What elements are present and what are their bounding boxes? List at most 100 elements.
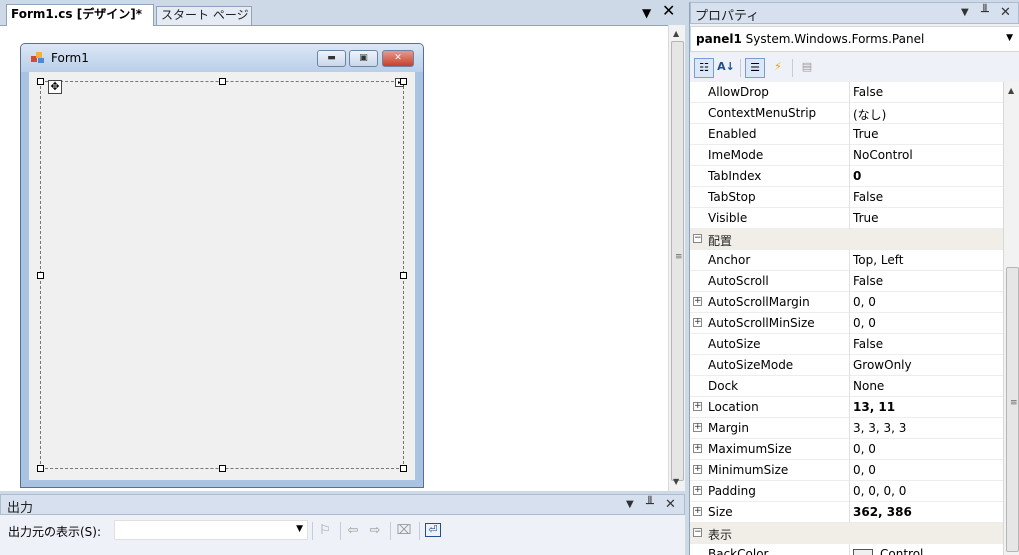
column-divider[interactable] xyxy=(849,334,850,355)
column-divider[interactable] xyxy=(849,544,850,555)
property-value[interactable]: 362, 386 xyxy=(853,505,912,519)
resize-handle-nw[interactable] xyxy=(37,78,44,85)
property-value[interactable]: Control xyxy=(880,547,923,555)
design-surface[interactable]: Form1 ▬ ▣ ✕ ✥ ▸ xyxy=(0,25,668,491)
tab-start-page[interactable]: スタート ページ xyxy=(156,6,252,25)
properties-vertical-scrollbar[interactable]: ▲ ≡ xyxy=(1003,82,1019,555)
column-divider[interactable] xyxy=(849,439,850,460)
expand-icon[interactable]: + xyxy=(693,402,702,411)
column-divider[interactable] xyxy=(849,460,850,481)
close-icon[interactable]: ✕ xyxy=(1000,5,1011,20)
scroll-up-icon[interactable]: ▲ xyxy=(673,29,679,38)
expand-icon[interactable]: + xyxy=(693,423,702,432)
next-message-icon[interactable]: ⇨ xyxy=(367,523,383,539)
column-divider[interactable] xyxy=(849,250,850,271)
scroll-up-icon[interactable]: ▲ xyxy=(1008,86,1014,95)
property-value[interactable]: Top, Left xyxy=(853,253,903,267)
property-value[interactable]: GrowOnly xyxy=(853,358,912,372)
property-row[interactable]: Enabled True xyxy=(690,124,1003,145)
properties-icon[interactable]: ☰ xyxy=(745,58,765,78)
collapse-icon[interactable]: − xyxy=(693,234,702,243)
property-value[interactable]: 0, 0 xyxy=(853,463,876,477)
resize-handle-ne[interactable] xyxy=(400,78,407,85)
move-handle-icon[interactable]: ✥ xyxy=(48,80,62,94)
resize-handle-sw[interactable] xyxy=(37,465,44,472)
expand-icon[interactable]: + xyxy=(693,444,702,453)
property-value[interactable]: False xyxy=(853,190,883,204)
property-row[interactable]: + Margin 3, 3, 3, 3 xyxy=(690,418,1003,439)
output-source-select[interactable]: ▼ xyxy=(114,520,308,540)
column-divider[interactable] xyxy=(849,376,850,397)
expand-icon[interactable]: + xyxy=(693,507,702,516)
column-divider[interactable] xyxy=(849,187,850,208)
property-row[interactable]: ContextMenuStrip (なし) xyxy=(690,103,1003,124)
alphabetical-icon[interactable]: A↓ xyxy=(716,58,736,78)
column-divider[interactable] xyxy=(849,355,850,376)
scroll-down-icon[interactable]: ▼ xyxy=(673,477,679,486)
expand-icon[interactable]: + xyxy=(693,486,702,495)
column-divider[interactable] xyxy=(849,481,850,502)
resize-handle-w[interactable] xyxy=(37,272,44,279)
column-divider[interactable] xyxy=(849,502,850,523)
panel1[interactable]: ✥ ▸ xyxy=(37,78,407,472)
property-row[interactable]: AutoSizeMode GrowOnly xyxy=(690,355,1003,376)
chevron-down-icon[interactable]: ▼ xyxy=(626,499,634,510)
column-divider[interactable] xyxy=(849,82,850,103)
property-value[interactable]: 0, 0 xyxy=(853,295,876,309)
column-divider[interactable] xyxy=(849,271,850,292)
property-row[interactable]: BackColor Control xyxy=(690,544,1003,555)
chevron-down-icon[interactable]: ▼ xyxy=(961,7,969,18)
property-row[interactable]: + Size 362, 386 xyxy=(690,502,1003,523)
column-divider[interactable] xyxy=(849,124,850,145)
pin-icon[interactable]: ╨ xyxy=(981,5,989,20)
property-value[interactable]: True xyxy=(853,127,879,141)
column-divider[interactable] xyxy=(849,397,850,418)
property-value[interactable]: 13, 11 xyxy=(853,400,895,414)
events-icon[interactable]: ⚡ xyxy=(768,58,788,78)
column-divider[interactable] xyxy=(849,313,850,334)
property-row[interactable]: + MaximumSize 0, 0 xyxy=(690,439,1003,460)
object-selector[interactable]: panel1 System.Windows.Forms.Panel ▼ xyxy=(690,26,1019,52)
word-wrap-icon[interactable]: ⏎ xyxy=(425,523,441,537)
tab-form1-design[interactable]: Form1.cs [デザイン]* xyxy=(6,4,154,26)
form-client-area[interactable]: ✥ ▸ xyxy=(29,72,415,480)
property-row[interactable]: TabStop False xyxy=(690,187,1003,208)
property-row[interactable]: + Location 13, 11 xyxy=(690,397,1003,418)
property-row[interactable]: Dock None xyxy=(690,376,1003,397)
property-row[interactable]: + Padding 0, 0, 0, 0 xyxy=(690,481,1003,502)
property-value[interactable]: 3, 3, 3, 3 xyxy=(853,421,906,435)
go-to-line-icon[interactable]: ⚐ xyxy=(317,523,333,539)
designer-vertical-scrollbar[interactable]: ▲ ≡ ▼ xyxy=(668,25,685,491)
expand-icon[interactable]: + xyxy=(693,297,702,306)
resize-handle-se[interactable] xyxy=(400,465,407,472)
previous-message-icon[interactable]: ⇦ xyxy=(345,523,361,539)
column-divider[interactable] xyxy=(849,208,850,229)
property-row[interactable]: AutoScroll False xyxy=(690,271,1003,292)
clear-all-icon[interactable]: ⌧ xyxy=(396,523,412,539)
expand-icon[interactable]: + xyxy=(693,465,702,474)
scrollbar-thumb[interactable]: ≡ xyxy=(671,41,684,481)
resize-handle-e[interactable] xyxy=(400,272,407,279)
property-value[interactable]: False xyxy=(853,337,883,351)
maximize-button[interactable]: ▣ xyxy=(349,50,378,67)
column-divider[interactable] xyxy=(849,166,850,187)
property-grid[interactable]: AllowDrop False ContextMenuStrip (なし) Enable… xyxy=(690,82,1003,555)
minimize-button[interactable]: ▬ xyxy=(317,50,346,67)
property-row[interactable]: TabIndex 0 xyxy=(690,166,1003,187)
collapse-icon[interactable]: − xyxy=(693,528,702,537)
resize-handle-n[interactable] xyxy=(219,78,226,85)
close-icon[interactable]: ✕ xyxy=(665,497,676,512)
property-category[interactable]: − 配置 xyxy=(690,229,1003,250)
property-row[interactable]: + AutoScrollMinSize 0, 0 xyxy=(690,313,1003,334)
property-value[interactable]: False xyxy=(853,85,883,99)
column-divider[interactable] xyxy=(849,145,850,166)
property-row[interactable]: AutoSize False xyxy=(690,334,1003,355)
form-window[interactable]: Form1 ▬ ▣ ✕ ✥ ▸ xyxy=(20,43,424,488)
property-value[interactable]: 0, 0, 0, 0 xyxy=(853,484,906,498)
column-divider[interactable] xyxy=(849,103,850,124)
property-row[interactable]: Anchor Top, Left xyxy=(690,250,1003,271)
close-icon[interactable]: ✕ xyxy=(662,3,675,19)
property-value[interactable]: 0 xyxy=(853,169,861,183)
categorized-icon[interactable]: ☷ xyxy=(694,58,714,78)
property-row[interactable]: Visible True xyxy=(690,208,1003,229)
